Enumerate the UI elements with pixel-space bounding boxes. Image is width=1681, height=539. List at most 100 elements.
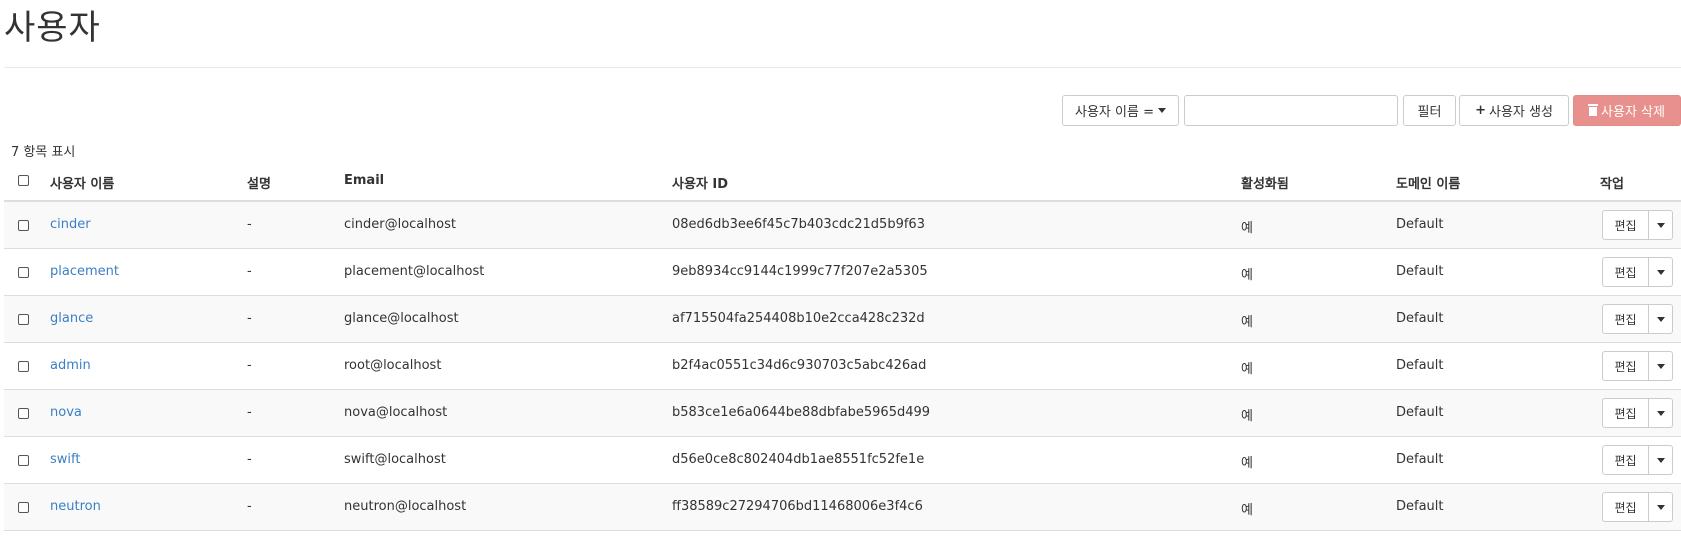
user-email: placement@localhost [344,264,485,279]
row-actions: 편집 [1602,445,1673,475]
users-table: 사용자 이름 설명 Email 사용자 ID 활성화됨 도메인 이름 작업 ci… [4,160,1681,531]
actions-dropdown-toggle[interactable] [1649,351,1673,381]
select-all-checkbox[interactable] [18,175,29,186]
edit-button[interactable]: 편집 [1602,304,1649,334]
table-header: 사용자 이름 설명 Email 사용자 ID 활성화됨 도메인 이름 작업 [4,160,1681,202]
actions-dropdown-toggle[interactable] [1649,492,1673,522]
user-domain: Default [1396,358,1444,373]
header-name[interactable]: 사용자 이름 [50,173,114,192]
edit-button[interactable]: 편집 [1602,445,1649,475]
user-description: - [247,217,252,232]
user-name-link[interactable]: admin [50,358,91,373]
row-actions: 편집 [1602,257,1673,287]
user-id: d56e0ce8c802404db1ae8551fc52fe1e [672,452,925,467]
row-checkbox[interactable] [18,502,29,513]
user-enabled: 예 [1241,315,1253,330]
user-domain: Default [1396,499,1444,514]
chevron-down-icon [1157,108,1166,113]
table-row: neutron - neutron@localhost ff38589c2729… [4,484,1681,531]
table-row: swift - swift@localhost d56e0ce8c802404d… [4,437,1681,484]
user-description: - [247,311,252,326]
header-domain[interactable]: 도메인 이름 [1396,173,1460,192]
user-email: glance@localhost [344,311,459,326]
user-enabled: 예 [1241,268,1253,283]
row-actions: 편집 [1602,304,1673,334]
actions-dropdown-toggle[interactable] [1649,210,1673,240]
filter-button-label: 필터 [1417,105,1442,120]
users-page: 사용자 사용자 이름 = 필터 + 사용자 생성 사용자 삭제 7 항목 표시 … [0,0,1681,539]
actions-dropdown-toggle[interactable] [1649,304,1673,334]
user-email: nova@localhost [344,405,448,420]
row-checkbox[interactable] [18,267,29,278]
trash-icon [1588,104,1599,116]
user-id: 08ed6db3ee6f45c7b403cdc21d5b9f63 [672,217,925,232]
chevron-down-icon [1656,363,1665,369]
actions-dropdown-toggle[interactable] [1649,445,1673,475]
user-domain: Default [1396,405,1444,420]
user-name-link[interactable]: neutron [50,499,101,514]
user-domain: Default [1396,452,1444,467]
table-row: placement - placement@localhost 9eb8934c… [4,249,1681,296]
row-checkbox[interactable] [18,314,29,325]
user-enabled: 예 [1241,409,1253,424]
table-row: nova - nova@localhost b583ce1e6a0644be88… [4,390,1681,437]
edit-button[interactable]: 편집 [1602,398,1649,428]
user-name-link[interactable]: glance [50,311,93,326]
user-enabled: 예 [1241,456,1253,471]
user-enabled: 예 [1241,221,1253,236]
actions-dropdown-toggle[interactable] [1649,398,1673,428]
user-email: cinder@localhost [344,217,456,232]
header-email[interactable]: Email [344,173,384,188]
row-checkbox[interactable] [18,220,29,231]
user-name-link[interactable]: placement [50,264,119,279]
create-user-button[interactable]: + 사용자 생성 [1459,95,1569,126]
header-user-id[interactable]: 사용자 ID [672,173,728,192]
chevron-down-icon [1656,316,1665,322]
user-name-link[interactable]: nova [50,405,82,420]
edit-button[interactable]: 편집 [1602,492,1649,522]
row-checkbox[interactable] [18,361,29,372]
user-name-link[interactable]: swift [50,452,80,467]
user-id: b583ce1e6a0644be88dbfabe5965d499 [672,405,931,420]
row-actions: 편집 [1602,351,1673,381]
user-description: - [247,499,252,514]
user-id: 9eb8934cc9144c1999c77f207e2a5305 [672,264,928,279]
chevron-down-icon [1656,222,1665,228]
row-checkbox[interactable] [18,408,29,419]
filter-input[interactable] [1184,95,1398,126]
user-description: - [247,452,252,467]
item-count: 7 항목 표시 [11,145,76,160]
filter-field-dropdown[interactable]: 사용자 이름 = [1062,95,1179,126]
table-body: cinder - cinder@localhost 08ed6db3ee6f45… [4,202,1681,531]
plus-icon: + [1475,103,1486,118]
filter-button[interactable]: 필터 [1403,95,1456,126]
row-actions: 편집 [1602,210,1673,240]
row-actions: 편집 [1602,492,1673,522]
table-row: cinder - cinder@localhost 08ed6db3ee6f45… [4,202,1681,249]
user-email: neutron@localhost [344,499,467,514]
user-enabled: 예 [1241,362,1253,377]
user-domain: Default [1396,311,1444,326]
user-name-link[interactable]: cinder [50,217,91,232]
chevron-down-icon [1656,269,1665,275]
chevron-down-icon [1656,457,1665,463]
user-id: b2f4ac0551c34d6c930703c5abc426ad [672,358,927,373]
header-description[interactable]: 설명 [247,173,271,192]
table-row: admin - root@localhost b2f4ac0551c34d6c9… [4,343,1681,390]
user-description: - [247,405,252,420]
header-actions: 작업 [1600,177,1624,192]
edit-button[interactable]: 편집 [1602,257,1649,287]
delete-users-button[interactable]: 사용자 삭제 [1573,95,1681,126]
edit-button[interactable]: 편집 [1602,351,1649,381]
user-enabled: 예 [1241,503,1253,518]
header-enabled[interactable]: 활성화됨 [1241,173,1289,192]
row-checkbox[interactable] [18,455,29,466]
title-divider [4,67,1681,68]
chevron-down-icon [1656,504,1665,510]
chevron-down-icon [1656,410,1665,416]
edit-button[interactable]: 편집 [1602,210,1649,240]
user-description: - [247,264,252,279]
table-row: glance - glance@localhost af715504fa2544… [4,296,1681,343]
filter-field-label: 사용자 이름 = [1075,105,1154,120]
actions-dropdown-toggle[interactable] [1649,257,1673,287]
